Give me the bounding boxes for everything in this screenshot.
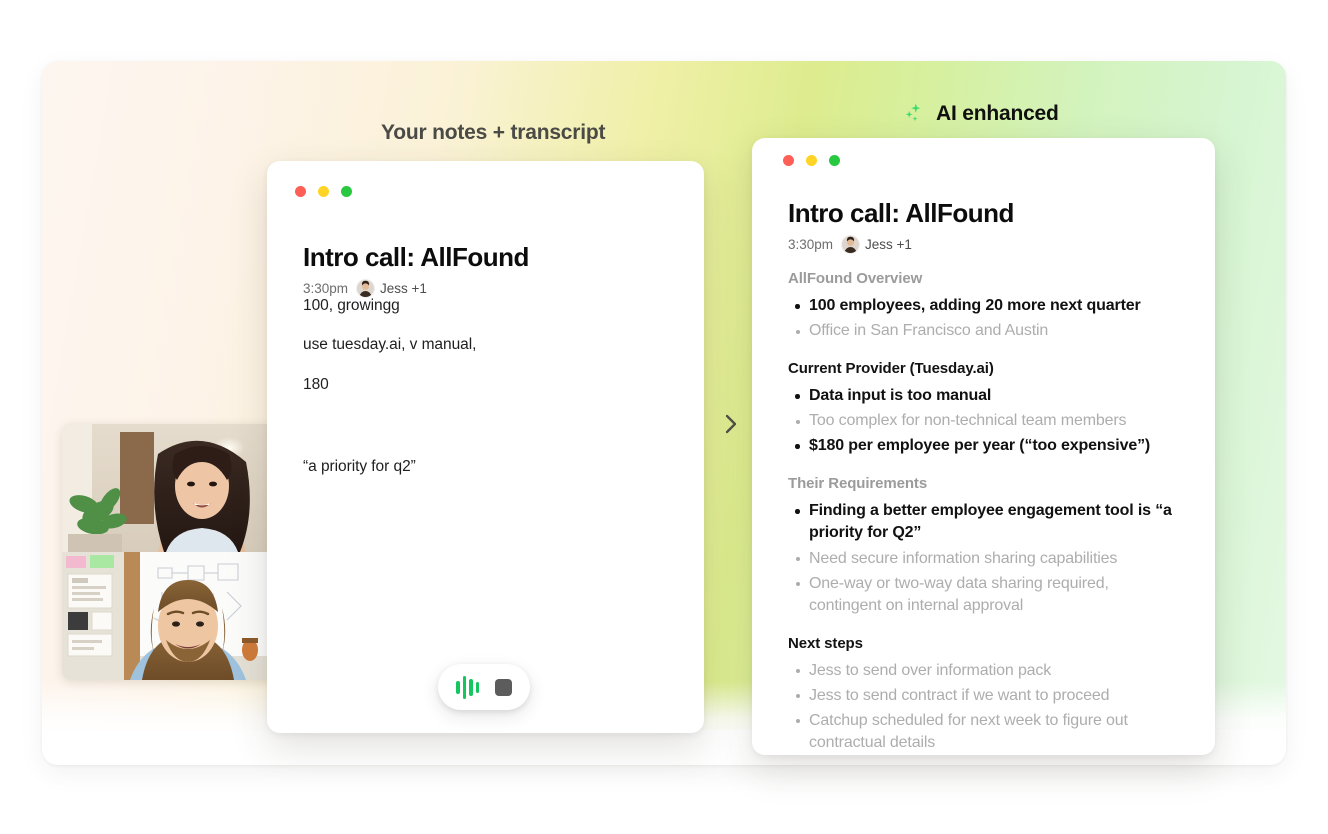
notes-attendees-label: Jess +1: [380, 281, 427, 296]
ai-attendees-label: Jess +1: [865, 237, 912, 252]
stop-recording-icon[interactable]: [495, 678, 512, 696]
ai-title: Intro call: AllFound: [788, 198, 1014, 228]
ai-summary-body: AllFound Overview 100 employees, adding 2…: [788, 270, 1184, 755]
notes-header: Intro call: AllFound 3:30pm Jess +1: [303, 242, 529, 297]
notes-body[interactable]: 100, growingg use tuesday.ai, v manual, …: [303, 295, 673, 496]
audio-waveform-icon: [456, 675, 479, 699]
close-button[interactable]: [295, 186, 306, 197]
note-line: “a priority for q2”: [303, 458, 416, 476]
note-line: use tuesday.ai, v manual,: [303, 336, 477, 354]
caption-your-notes: Your notes + transcript: [381, 121, 606, 145]
ai-bullet: Office in San Francisco and Austin: [788, 320, 1184, 342]
recording-controls: [438, 664, 530, 710]
ai-section-heading: Next steps: [788, 634, 863, 652]
ai-section-list: Data input is too manual Too complex for …: [788, 385, 1184, 457]
participant-video-top: [62, 424, 274, 552]
ai-enhanced-window: Intro call: AllFound 3:30pm Jess +1 AllF…: [752, 138, 1215, 755]
window-traffic-lights: [295, 186, 352, 197]
ai-time: 3:30pm: [788, 237, 834, 252]
ai-section-heading: Current Provider (Tuesday.ai): [788, 360, 994, 378]
chevron-right-icon: [722, 413, 740, 435]
notes-title: Intro call: AllFound: [303, 242, 529, 272]
ai-bullet: Catchup scheduled for next week to figur…: [788, 710, 1184, 754]
ai-bullet: Data input is too manual: [788, 385, 1184, 407]
close-button[interactable]: [783, 155, 794, 166]
ai-bullet: Jess to send contract if we want to proc…: [788, 685, 1184, 707]
ai-section: Next steps Jess to send over information …: [788, 635, 1184, 754]
ai-bullet: One-way or two-way data sharing required…: [788, 573, 1184, 617]
ai-section-heading: AllFound Overview: [788, 270, 923, 287]
ai-bullet: Jess to send over information pack: [788, 660, 1184, 682]
window-traffic-lights: [783, 155, 840, 166]
caption-ai-enhanced-label: AI enhanced: [936, 102, 1059, 125]
ai-attendees: Jess +1: [842, 236, 912, 253]
note-line: 180: [303, 375, 329, 393]
ai-bullet: 100 employees, adding 20 more next quart…: [788, 295, 1184, 317]
maximize-button[interactable]: [829, 155, 840, 166]
ai-section-heading: Their Requirements: [788, 475, 928, 493]
caption-your-notes-label: Your notes + transcript: [381, 121, 606, 144]
ai-section: Their Requirements Finding a better emplo…: [788, 475, 1184, 616]
participant-video-stack: [62, 424, 274, 680]
ai-section-list: Finding a better employee engagement too…: [788, 500, 1184, 616]
ai-header: Intro call: AllFound 3:30pm Jess +1: [788, 198, 1014, 253]
ai-section: Current Provider (Tuesday.ai) Data input …: [788, 360, 1184, 457]
note-line: 100, growingg: [303, 297, 400, 314]
notes-window: Intro call: AllFound 3:30pm Jess +1 100,…: [267, 161, 704, 733]
ai-section: AllFound Overview 100 employees, adding 2…: [788, 270, 1184, 342]
minimize-button[interactable]: [318, 186, 329, 197]
avatar: [842, 236, 860, 253]
ai-section-list: Jess to send over information pack Jess t…: [788, 660, 1184, 754]
ai-bullet: Finding a better employee engagement too…: [788, 500, 1184, 544]
participant-video-bottom: [62, 552, 274, 680]
minimize-button[interactable]: [806, 155, 817, 166]
sparkles-icon: [901, 101, 927, 127]
ai-meta: 3:30pm Jess +1: [788, 236, 1014, 253]
ai-bullet: $180 per employee per year (“too expensi…: [788, 435, 1184, 457]
ai-bullet: Too complex for non-technical team membe…: [788, 410, 1184, 432]
ai-section-list: 100 employees, adding 20 more next quart…: [788, 295, 1184, 342]
maximize-button[interactable]: [341, 186, 352, 197]
ai-bullet: Need secure information sharing capabili…: [788, 548, 1184, 570]
notes-time: 3:30pm: [303, 281, 349, 296]
caption-ai-enhanced: AI enhanced: [901, 101, 1059, 127]
